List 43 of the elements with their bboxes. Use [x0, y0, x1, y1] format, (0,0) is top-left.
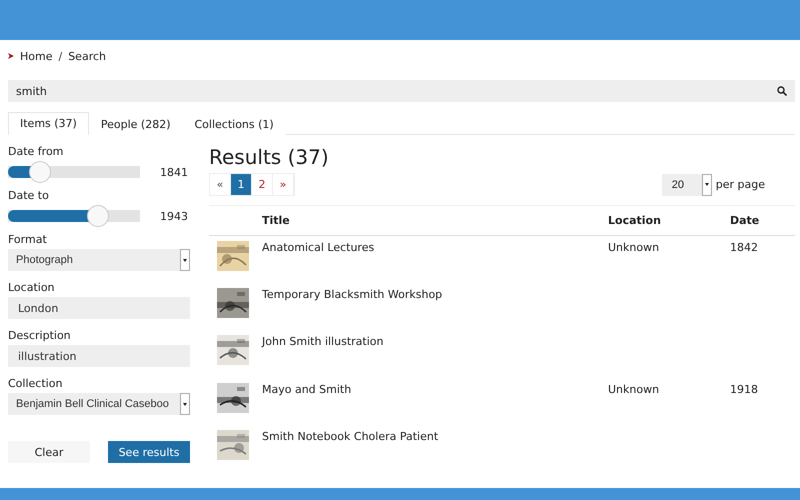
result-title[interactable]: Anatomical Lectures: [262, 240, 374, 254]
search-field[interactable]: smith: [8, 80, 769, 102]
arrow-icon: [8, 53, 14, 59]
submit-button[interactable]: See results: [108, 441, 190, 463]
column-header: Title: [262, 214, 290, 227]
result-title[interactable]: John Smith illustration: [262, 335, 384, 348]
separator: /: [58, 50, 62, 62]
column-header: Location: [608, 214, 661, 227]
result-title[interactable]: Mayo and Smith: [262, 382, 352, 396]
field-label: Location: [8, 281, 56, 294]
select-field[interactable]: 20: [662, 174, 712, 196]
field-label: Date to: [8, 189, 50, 202]
field-label: Date from: [8, 145, 64, 158]
breadcrumb-link[interactable]: Search: [68, 50, 106, 62]
field-label: Description: [8, 329, 72, 342]
clear-button[interactable]: Clear: [8, 441, 90, 463]
tab[interactable]: Items (37): [8, 112, 89, 135]
results-heading: Results (37): [209, 145, 330, 169]
slider-thumb[interactable]: [86, 205, 109, 227]
page-link[interactable]: 1: [231, 174, 252, 195]
table-cell: 1918: [730, 382, 758, 396]
select-field[interactable]: Benjamin Bell Clinical Caseboo: [8, 393, 190, 415]
caret-icon: [183, 258, 187, 262]
input-field[interactable]: London: [8, 297, 190, 319]
table-cell: Unknown: [608, 382, 660, 396]
slider-value: 1841: [160, 166, 189, 178]
search-icon: [777, 86, 787, 96]
caret-icon: [183, 402, 187, 406]
result-title[interactable]: Smith Notebook Cholera Patient: [262, 430, 438, 443]
select-field[interactable]: Photograph: [8, 249, 190, 271]
breadcrumb-link[interactable]: Home: [20, 50, 52, 62]
input-field[interactable]: illustration: [8, 345, 190, 367]
search-button[interactable]: [769, 80, 795, 102]
slider-value: 1943: [160, 210, 189, 222]
caret-icon: [704, 183, 709, 186]
table-cell: Unknown: [608, 240, 660, 254]
result-title[interactable]: Temporary Blacksmith Workshop: [262, 288, 442, 300]
slider-thumb[interactable]: [28, 161, 51, 183]
table-cell: 1842: [730, 240, 758, 254]
field-label: Collection: [8, 377, 64, 390]
field-label: Format: [8, 233, 48, 246]
column-header: Date: [730, 214, 760, 227]
per-page-label: per page: [716, 178, 765, 191]
